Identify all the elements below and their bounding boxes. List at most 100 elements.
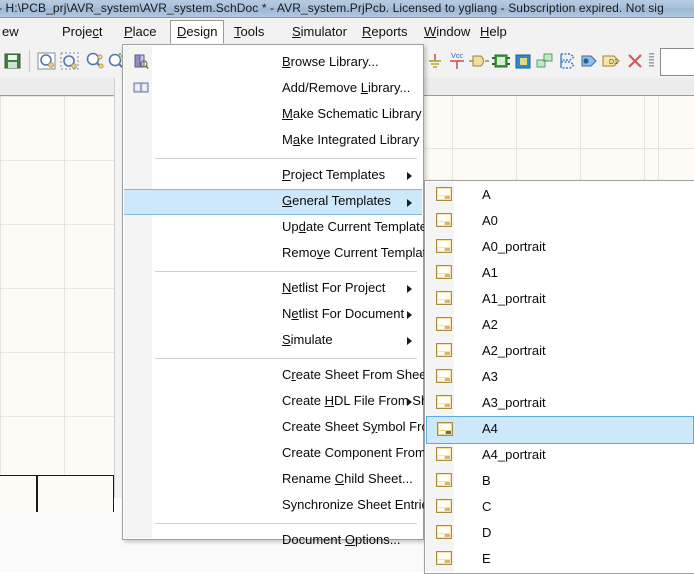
template-item-label: A3_portrait [482,395,546,410]
menu-window[interactable]: Window [418,21,476,42]
place-net-label-icon[interactable] [578,50,600,72]
template-item-a0_portrait[interactable]: A0_portrait [426,234,694,260]
menu-item-label: Make Schematic Library [282,106,422,121]
template-item-a[interactable]: A [426,182,694,208]
svg-text:D1: D1 [609,59,618,66]
template-item-a1[interactable]: A1 [426,260,694,286]
menu-project[interactable]: Project [56,21,108,42]
template-sheet-icon [436,213,452,227]
menu-item-label: Simulate [282,332,333,347]
menu-separator [155,523,417,524]
menu-item-project-templates[interactable]: Project Templates [124,163,422,187]
template-item-b[interactable]: B [426,468,694,494]
gnd-power-port-icon[interactable] [424,50,446,72]
menu-item-make-integrated-library[interactable]: Make Integrated Library [124,128,422,152]
menu-item-netlist-for-project[interactable]: Netlist For Project [124,276,422,300]
template-item-label: E [482,551,491,566]
grid-grip-icon [648,50,656,72]
template-item-label: A4_portrait [482,447,546,462]
menu-simulator[interactable]: Simulator [286,21,353,42]
menu-item-label: Browse Library... [282,54,379,69]
place-port-icon[interactable] [556,50,578,72]
template-item-label: D [482,525,492,540]
menu-tools[interactable]: Tools [228,21,270,42]
template-item-a4_portrait[interactable]: A4_portrait [426,442,694,468]
template-sheet-icon [436,265,452,279]
menu-item-synchronize-sheet-entries-and-ports[interactable]: Synchronize Sheet Entries and Ports [124,493,494,517]
template-item-label: A4 [482,421,498,436]
vcc-power-port-icon[interactable]: Vcc [446,50,468,72]
menu-item-create-sheet-from-sheet-symbol[interactable]: Create Sheet From Sheet Symbol [124,363,477,387]
menu-view[interactable]: ew [0,21,25,42]
template-item-a3[interactable]: A3 [426,364,694,390]
template-sheet-icon [436,343,452,357]
menu-item-remove-current-template[interactable]: Remove Current Template... [124,241,444,265]
template-item-label: A [482,187,491,202]
menu-item-label: General Templates [282,193,391,208]
menu-item-netlist-for-document[interactable]: Netlist For Document [124,302,422,326]
toolbar-separator [29,50,30,72]
template-sheet-icon [436,291,452,305]
menu-place[interactable]: Place [118,21,163,42]
menu-label: Place [124,24,157,39]
menu-reports[interactable]: Reports [356,21,414,42]
menu-item-create-sheet-symbol-from-sheet-or-hdl[interactable]: Create Sheet Symbol From Sheet or HDL [124,415,522,439]
window-title: - H:\PCB_prj\AVR_system\AVR_system.SchDo… [0,1,664,15]
menu-label: Help [480,24,507,39]
menu-item-simulate[interactable]: Simulate [124,328,422,352]
menu-item-create-component-from-sheet[interactable]: Create Component From Sheet [124,441,463,465]
menu-item-add-remove-library[interactable]: Add/Remove Library... [124,76,422,100]
schematic-canvas-right[interactable] [424,78,694,188]
menu-item-label: Remove Current Template... [282,245,445,260]
save-icon[interactable] [2,50,24,72]
template-item-label: C [482,499,492,514]
template-item-c[interactable]: C [426,494,694,520]
menu-label: Window [424,24,471,39]
template-item-a3_portrait[interactable]: A3_portrait [426,390,694,416]
place-part-icon[interactable] [468,50,490,72]
document-tab-strip [0,78,122,96]
add-remove-library-icon [133,80,149,96]
menu-item-create-hdl-file-from-sheet-symbol[interactable]: Create HDL File From Sheet Symbol [124,389,493,413]
template-item-a2_portrait[interactable]: A2_portrait [426,338,694,364]
submenu-arrow-icon [407,398,412,406]
template-item-a4[interactable]: A4 [426,416,694,444]
template-sheet-icon [436,317,452,331]
template-item-a2[interactable]: A2 [426,312,694,338]
place-sheet-entry-icon[interactable] [512,50,534,72]
design-dropdown-menu: Browse Library... Add/Remove Library... Ma… [122,44,522,547]
menu-item-browse-library[interactable]: Browse Library... [124,50,422,74]
menu-item-label: Project Templates [282,167,386,182]
menu-help[interactable]: Help [474,21,513,42]
menu-label: Design [177,24,218,39]
place-sheet-symbol-icon[interactable] [490,50,512,72]
window-titlebar[interactable]: - H:\PCB_prj\AVR_system\AVR_system.SchDo… [0,0,694,18]
template-sheet-icon [436,551,452,565]
menu-item-label: Rename Child Sheet... [282,471,413,486]
menu-separator [155,358,417,359]
zoom-selected-icon[interactable] [84,50,106,72]
template-item-d[interactable]: D [426,520,694,546]
zoom-document-icon[interactable] [36,50,58,72]
schematic-title-block [0,475,114,514]
menu-item-make-schematic-library[interactable]: Make Schematic Library [124,102,422,126]
place-no-erc-icon[interactable] [624,50,646,72]
menu-design[interactable]: Design [170,20,225,44]
grid-selector-input[interactable] [660,48,694,76]
place-device-sheet-icon[interactable] [534,50,556,72]
menu-item-general-templates[interactable]: General Templates [124,189,422,215]
template-sheet-icon [436,395,452,409]
menu-item-document-options[interactable]: Document Options... [124,528,422,552]
menu-item-rename-child-sheet[interactable]: Rename Child Sheet... [124,467,422,491]
title-block-divider [36,476,38,513]
menu-item-update-current-template[interactable]: Update Current Template... [124,215,438,239]
zoom-area-icon[interactable] [59,50,81,72]
template-item-e[interactable]: E [426,546,694,572]
submenu-arrow-icon [407,285,412,293]
schematic-canvas-left[interactable] [0,78,122,498]
template-item-a0[interactable]: A0 [426,208,694,234]
template-item-a1_portrait[interactable]: A1_portrait [426,286,694,312]
place-bus-entry-icon[interactable]: D1 [600,50,622,72]
menu-item-label: Netlist For Project [282,280,386,295]
schematic-sheet-grid [0,96,122,498]
